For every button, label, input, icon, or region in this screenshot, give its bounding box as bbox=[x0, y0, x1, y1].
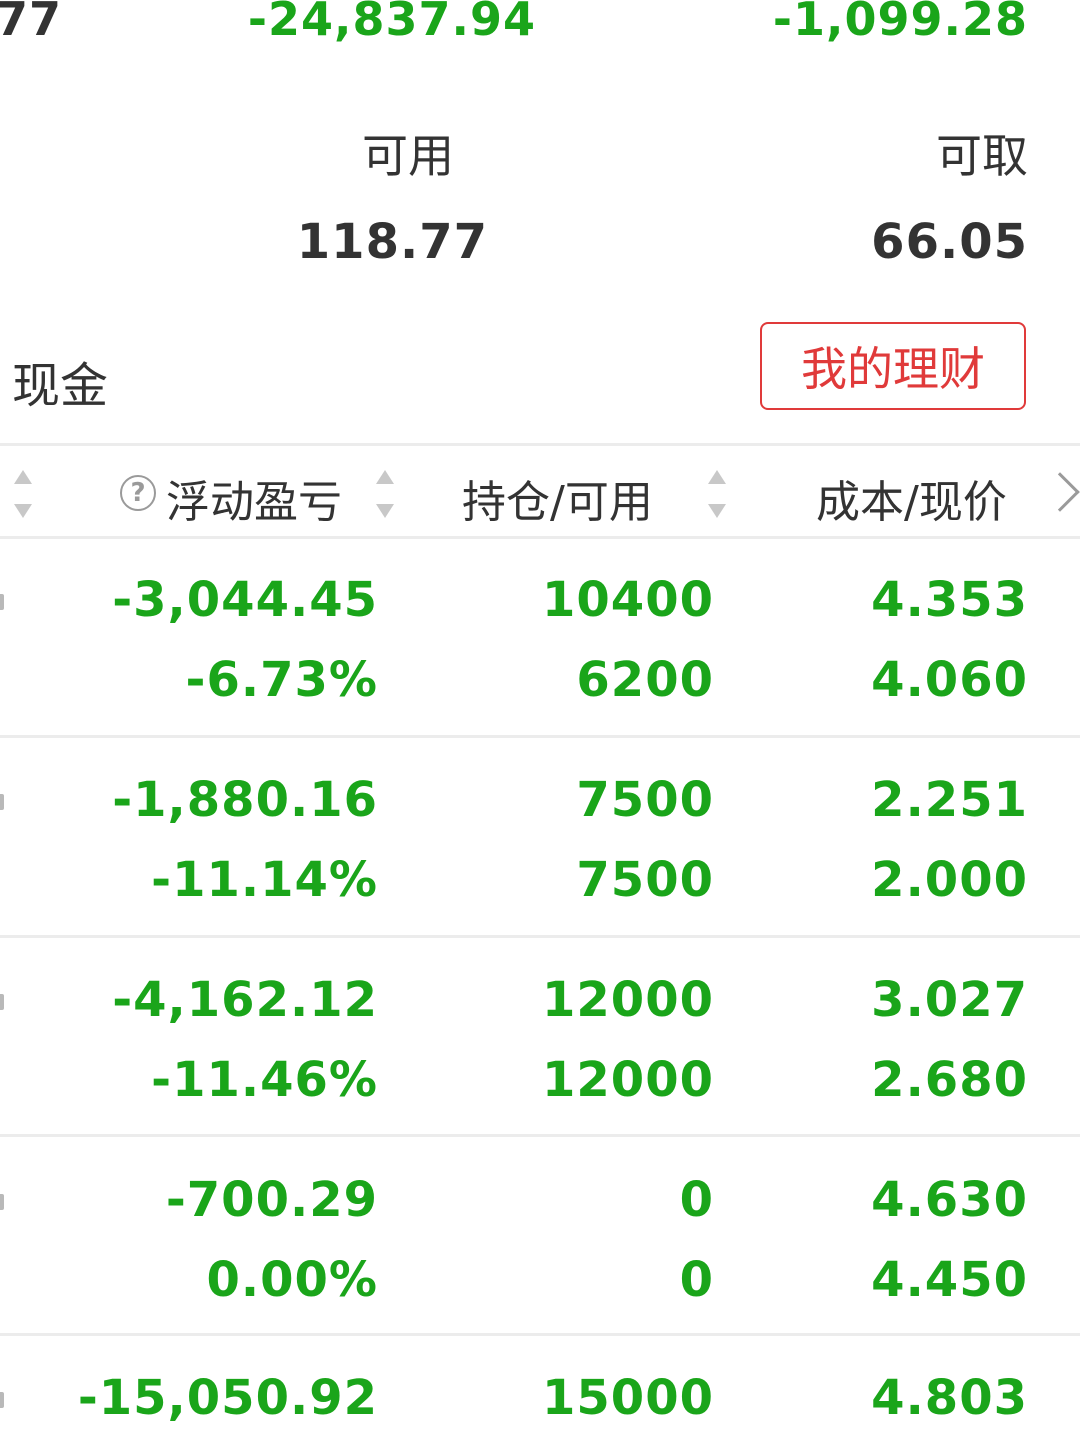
row-available: 6200 bbox=[576, 652, 714, 708]
sort-icon[interactable] bbox=[14, 470, 34, 518]
row-float-pl-pct: -11.46% bbox=[151, 1052, 378, 1108]
row-float-pl-pct: -6.73% bbox=[185, 652, 378, 708]
row-price: 2.000 bbox=[871, 852, 1028, 908]
my-wealth-button[interactable]: 我的理财 bbox=[760, 322, 1026, 410]
summary-today-pl: -1,099.28 bbox=[772, 0, 1028, 46]
row-price: 2.680 bbox=[871, 1052, 1028, 1108]
row-float-pl-pct: -11.14% bbox=[151, 852, 378, 908]
help-circle-icon[interactable]: ? bbox=[120, 475, 156, 511]
row-float-pl: -3,044.45 bbox=[112, 572, 378, 628]
row-edge-mark bbox=[0, 1194, 4, 1210]
row-float-pl: -700.29 bbox=[165, 1172, 378, 1228]
row-edge-mark bbox=[0, 794, 4, 810]
row-edge-mark bbox=[0, 994, 4, 1010]
row-price: 4.060 bbox=[871, 652, 1028, 708]
divider bbox=[0, 536, 1080, 539]
row-float-pl: -1,880.16 bbox=[112, 772, 378, 828]
sort-icon[interactable] bbox=[376, 470, 396, 518]
withdrawable-value: 66.05 bbox=[871, 214, 1028, 270]
available-label: 可用 bbox=[362, 129, 454, 183]
header-cost-price[interactable]: 成本/现价 bbox=[816, 466, 1007, 530]
row-edge-mark bbox=[0, 594, 4, 610]
summary-top-left-value: 77 bbox=[0, 0, 63, 46]
row-holding: 15000 bbox=[542, 1370, 714, 1426]
row-float-pl: -15,050.92 bbox=[77, 1370, 378, 1426]
row-edge-mark bbox=[0, 1392, 4, 1408]
row-float-pl: -4,162.12 bbox=[112, 972, 378, 1028]
row-holding: 10400 bbox=[542, 572, 714, 628]
row-holding: 0 bbox=[679, 1172, 714, 1228]
divider bbox=[0, 1134, 1080, 1137]
row-cost: 4.803 bbox=[871, 1370, 1028, 1426]
withdrawable-label: 可取 bbox=[936, 129, 1028, 183]
row-available: 0 bbox=[679, 1252, 714, 1308]
row-holding: 12000 bbox=[542, 972, 714, 1028]
row-cost: 3.027 bbox=[871, 972, 1028, 1028]
row-cost: 2.251 bbox=[871, 772, 1028, 828]
header-position-available[interactable]: 持仓/可用 bbox=[462, 466, 653, 530]
row-holding: 7500 bbox=[576, 772, 714, 828]
row-cost: 4.353 bbox=[871, 572, 1028, 628]
cash-label: 现金 bbox=[12, 358, 109, 414]
summary-float-pl-total: -24,837.94 bbox=[247, 0, 536, 46]
header-float-pl[interactable]: 浮动盈亏 bbox=[166, 466, 342, 530]
row-available: 7500 bbox=[576, 852, 714, 908]
row-cost: 4.630 bbox=[871, 1172, 1028, 1228]
row-price: 4.450 bbox=[871, 1252, 1028, 1308]
sort-icon[interactable] bbox=[708, 470, 728, 518]
chevron-right-icon[interactable] bbox=[1040, 472, 1080, 512]
row-float-pl-pct: 0.00% bbox=[206, 1252, 378, 1308]
divider bbox=[0, 443, 1080, 446]
divider bbox=[0, 735, 1080, 738]
row-available: 12000 bbox=[542, 1052, 714, 1108]
divider bbox=[0, 935, 1080, 938]
divider bbox=[0, 1333, 1080, 1336]
available-value: 118.77 bbox=[296, 214, 488, 270]
